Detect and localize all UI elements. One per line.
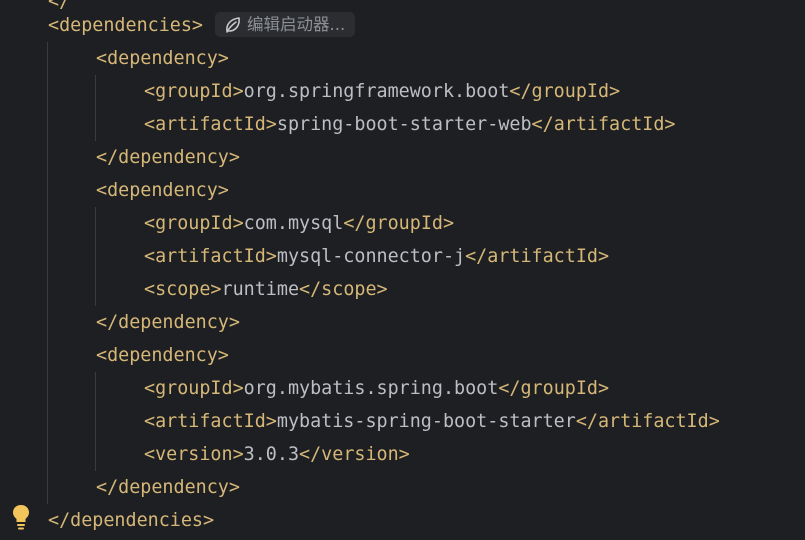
code-line[interactable]: </dependency> xyxy=(96,141,240,174)
xml-open-tag: <groupId> xyxy=(144,81,244,102)
xml-open-tag: <artifactId> xyxy=(144,411,277,432)
xml-open-tag: </dependency> xyxy=(96,147,240,168)
xml-open-tag: <artifactId> xyxy=(144,246,277,267)
xml-text: mysql-connector-j xyxy=(276,246,466,267)
code-line[interactable]: <dependency> xyxy=(96,339,229,372)
xml-text: mybatis-spring-boot-starter xyxy=(276,411,576,432)
xml-open-tag: <dependency> xyxy=(96,345,229,366)
xml-text: org.springframework.boot xyxy=(243,81,510,102)
xml-close-tag: </artifactId> xyxy=(575,411,720,432)
xml-text: org.mybatis.spring.boot xyxy=(243,378,499,399)
code-line[interactable]: <artifactId>mysql-connector-j</artifactI… xyxy=(144,240,609,273)
xml-open-tag: <dependencies> xyxy=(48,15,204,36)
lightbulb-icon[interactable] xyxy=(11,503,31,531)
code-line[interactable]: <groupId>com.mysql</groupId> xyxy=(144,207,454,240)
xml-text: com.mysql xyxy=(243,213,344,234)
xml-text: runtime xyxy=(221,279,300,300)
code-line[interactable]: <dependency> xyxy=(96,42,229,75)
edit-starters-hint[interactable]: 编辑启动器... xyxy=(215,12,356,37)
xml-close-tag: </version> xyxy=(299,444,410,465)
code-line[interactable]: </dependency> xyxy=(96,471,240,504)
xml-open-tag: <scope> xyxy=(144,279,222,300)
xml-open-tag: <dependency> xyxy=(96,180,229,201)
code-line[interactable]: <version>3.0.3</version> xyxy=(144,438,410,471)
code-line[interactable]: <groupId>org.mybatis.spring.boot</groupI… xyxy=(144,372,609,405)
indent-guide xyxy=(47,42,48,504)
code-line[interactable]: </dependencies> xyxy=(48,504,214,537)
xml-open-tag: <groupId> xyxy=(144,213,244,234)
clipped-previous-line: </ xyxy=(48,0,71,12)
xml-open-tag: <dependency> xyxy=(96,48,229,69)
code-line[interactable]: <groupId>org.springframework.boot</group… xyxy=(144,75,620,108)
spring-leaf-icon xyxy=(226,16,240,33)
xml-open-tag: </dependency> xyxy=(96,312,240,333)
xml-text: spring-boot-starter-web xyxy=(276,114,532,135)
indent-guide xyxy=(95,75,96,141)
code-line[interactable]: <artifactId>mybatis-spring-boot-starter<… xyxy=(144,405,720,438)
xml-close-tag: </groupId> xyxy=(498,378,610,399)
xml-open-tag: <groupId> xyxy=(144,378,244,399)
edit-starters-label: 编辑启动器... xyxy=(247,15,346,34)
code-line[interactable]: <artifactId>spring-boot-starter-web</art… xyxy=(144,108,675,141)
xml-open-tag: </dependency> xyxy=(96,477,240,498)
xml-close-tag: </artifactId> xyxy=(531,114,676,135)
xml-close-tag: </groupId> xyxy=(509,81,621,102)
xml-open-tag: </dependencies> xyxy=(48,510,215,531)
code-line[interactable]: <dependencies> xyxy=(48,9,203,42)
code-editor[interactable]: </ <dependencies> <dependency> <groupId>or… xyxy=(0,0,805,540)
xml-open-tag: <artifactId> xyxy=(144,114,277,135)
code-line[interactable]: <dependency> xyxy=(96,174,229,207)
xml-close-tag: </artifactId> xyxy=(465,246,610,267)
code-line[interactable]: </dependency> xyxy=(96,306,240,339)
code-line[interactable]: <scope>runtime</scope> xyxy=(144,273,388,306)
xml-close-tag: </scope> xyxy=(299,279,388,300)
indent-guide xyxy=(95,372,96,471)
indent-guide xyxy=(95,207,96,306)
xml-open-tag: <version> xyxy=(144,444,244,465)
xml-close-tag: </groupId> xyxy=(343,213,455,234)
xml-text: 3.0.3 xyxy=(243,444,300,465)
